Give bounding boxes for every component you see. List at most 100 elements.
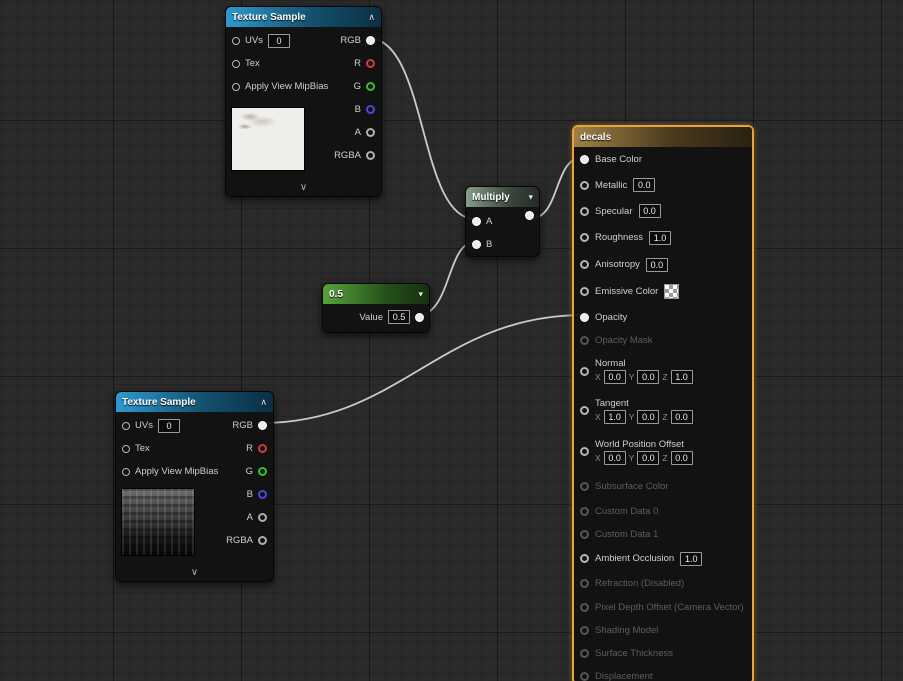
value-box[interactable]: 0.0 xyxy=(645,257,668,272)
input-pin[interactable] xyxy=(580,554,589,563)
dropdown-icon[interactable]: ▾ xyxy=(528,192,533,203)
value-box-y[interactable]: 0.0 xyxy=(637,409,660,424)
input-pin[interactable] xyxy=(580,447,589,456)
node-header[interactable]: Multiply ▾ xyxy=(466,187,539,207)
output-pin-a[interactable] xyxy=(366,128,375,137)
output-pin-rgb[interactable] xyxy=(258,421,267,430)
material-result-node-decals[interactable]: decals Base Color Metallic 0.0 Specular … xyxy=(572,125,754,681)
output-label: RGB xyxy=(340,35,361,46)
input-pin-tex[interactable] xyxy=(122,444,130,453)
input-pin[interactable] xyxy=(580,649,589,658)
node-title: Multiply xyxy=(472,191,510,203)
output-pin-g[interactable] xyxy=(366,82,375,91)
input-label: Roughness xyxy=(595,232,644,243)
input-pin-a[interactable] xyxy=(472,217,481,226)
input-label: Refraction (Disabled) xyxy=(595,578,685,589)
input-pin[interactable] xyxy=(580,406,589,415)
axis-label-z: Z xyxy=(662,411,668,422)
wire-texsample-top-to-multiply-a[interactable] xyxy=(367,37,476,220)
input-pin[interactable] xyxy=(580,507,589,516)
value-box[interactable]: 0.0 xyxy=(633,178,656,192)
output-pin-r[interactable] xyxy=(366,59,375,68)
uvs-value-box[interactable]: 0 xyxy=(157,418,180,433)
input-pin[interactable] xyxy=(580,233,589,242)
input-row-world-position-offset: World Position Offset X 0.0 Y 0.0 Z 0.0 xyxy=(580,431,746,472)
node-header[interactable]: Texture Sample ∧ xyxy=(116,392,273,412)
input-row-ambient-occlusion: Ambient Occlusion 1.0 xyxy=(580,546,746,571)
input-pin[interactable] xyxy=(580,155,589,164)
input-row-refraction: Refraction (Disabled) xyxy=(580,571,746,596)
node-header[interactable]: 0.5 ▾ xyxy=(323,284,429,304)
value-box-z[interactable]: 1.0 xyxy=(670,370,693,384)
output-pin-value[interactable] xyxy=(415,312,424,322)
node-header[interactable]: Texture Sample ∧ xyxy=(226,7,381,27)
output-pin-r[interactable] xyxy=(258,444,267,453)
input-row-metallic: Metallic 0.0 xyxy=(580,172,746,198)
value-box[interactable]: 1.0 xyxy=(680,551,703,566)
input-pin[interactable] xyxy=(580,287,589,296)
value-box-y[interactable]: 0.0 xyxy=(637,450,660,465)
input-pin[interactable] xyxy=(580,603,589,612)
value-box-x[interactable]: 0.0 xyxy=(603,370,626,384)
input-pin[interactable] xyxy=(580,671,589,681)
output-pin-rgba[interactable] xyxy=(258,536,267,545)
input-pin[interactable] xyxy=(580,579,589,588)
output-pin-b[interactable] xyxy=(258,490,267,499)
input-pin[interactable] xyxy=(580,366,589,376)
input-pins-column: UVs 0 Tex Apply View MipBias xyxy=(122,414,218,483)
input-row-tex: Tex xyxy=(122,437,218,460)
output-pin-a[interactable] xyxy=(258,513,267,522)
output-label: A xyxy=(246,512,253,523)
input-label: Apply View MipBias xyxy=(245,81,329,92)
constant-value-box[interactable]: 0.5 xyxy=(388,310,410,324)
input-pin[interactable] xyxy=(580,481,589,491)
input-pin[interactable] xyxy=(580,180,589,190)
value-box-z[interactable]: 0.0 xyxy=(670,450,693,465)
input-pin-mipbias[interactable] xyxy=(122,467,130,476)
output-pins-column: RGB R G B A RGBA xyxy=(226,414,267,552)
collapse-icon[interactable]: ∧ xyxy=(260,397,267,408)
value-box[interactable]: 0.0 xyxy=(638,204,661,218)
input-row-pixel-depth-offset: Pixel Depth Offset (Camera Vector) xyxy=(580,596,746,619)
axis-label-y: Y xyxy=(628,452,635,463)
texture-sample-node-top[interactable]: Texture Sample ∧ UVs 0 Tex Apply View Mi… xyxy=(225,6,382,197)
texture-sample-node-bottom[interactable]: Texture Sample ∧ UVs 0 Tex Apply View Mi… xyxy=(115,391,274,582)
input-pin[interactable] xyxy=(580,260,589,269)
output-pin-b[interactable] xyxy=(366,105,375,114)
output-pin-result[interactable] xyxy=(525,211,534,220)
output-pin-g[interactable] xyxy=(258,467,267,476)
input-pin-mipbias[interactable] xyxy=(232,82,240,91)
value-box-x[interactable]: 1.0 xyxy=(603,409,626,424)
input-pin-uvs[interactable] xyxy=(232,36,240,45)
value-box[interactable]: 1.0 xyxy=(649,230,672,245)
input-row-mipbias: Apply View MipBias xyxy=(232,75,328,98)
input-pin[interactable] xyxy=(580,312,589,322)
material-graph-canvas[interactable]: Texture Sample ∧ UVs 0 Tex Apply View Mi… xyxy=(0,0,903,681)
input-pin[interactable] xyxy=(580,530,589,539)
uvs-value-box[interactable]: 0 xyxy=(267,33,290,48)
value-box-y[interactable]: 0.0 xyxy=(637,370,660,384)
constant-node[interactable]: 0.5 ▾ Value 0.5 xyxy=(322,283,430,333)
collapse-icon[interactable]: ∧ xyxy=(368,12,375,23)
input-pin-uvs[interactable] xyxy=(122,421,130,430)
node-header[interactable]: decals xyxy=(574,127,752,147)
output-label: RGBA xyxy=(226,535,253,546)
input-pin-b[interactable] xyxy=(472,240,481,249)
output-pin-rgba[interactable] xyxy=(366,151,375,160)
multiply-node[interactable]: Multiply ▾ A B xyxy=(465,186,540,257)
output-pin-rgb[interactable] xyxy=(366,36,375,45)
texture-preview-thumbnail[interactable] xyxy=(231,107,305,171)
axis-label-z: Z xyxy=(662,372,668,382)
expand-chevron-icon[interactable]: ∨ xyxy=(226,181,381,195)
value-label: Value xyxy=(359,311,383,323)
input-pin[interactable] xyxy=(580,336,589,345)
value-box-x[interactable]: 0.0 xyxy=(603,450,626,465)
expand-chevron-icon[interactable]: ∨ xyxy=(116,566,273,580)
input-pin[interactable] xyxy=(580,626,589,635)
dropdown-icon[interactable]: ▾ xyxy=(418,289,423,300)
value-box-z[interactable]: 0.0 xyxy=(670,409,693,424)
emissive-color-swatch[interactable] xyxy=(664,284,680,299)
input-pin[interactable] xyxy=(580,206,589,216)
texture-preview-thumbnail[interactable] xyxy=(121,488,195,556)
input-pin-tex[interactable] xyxy=(232,59,240,68)
